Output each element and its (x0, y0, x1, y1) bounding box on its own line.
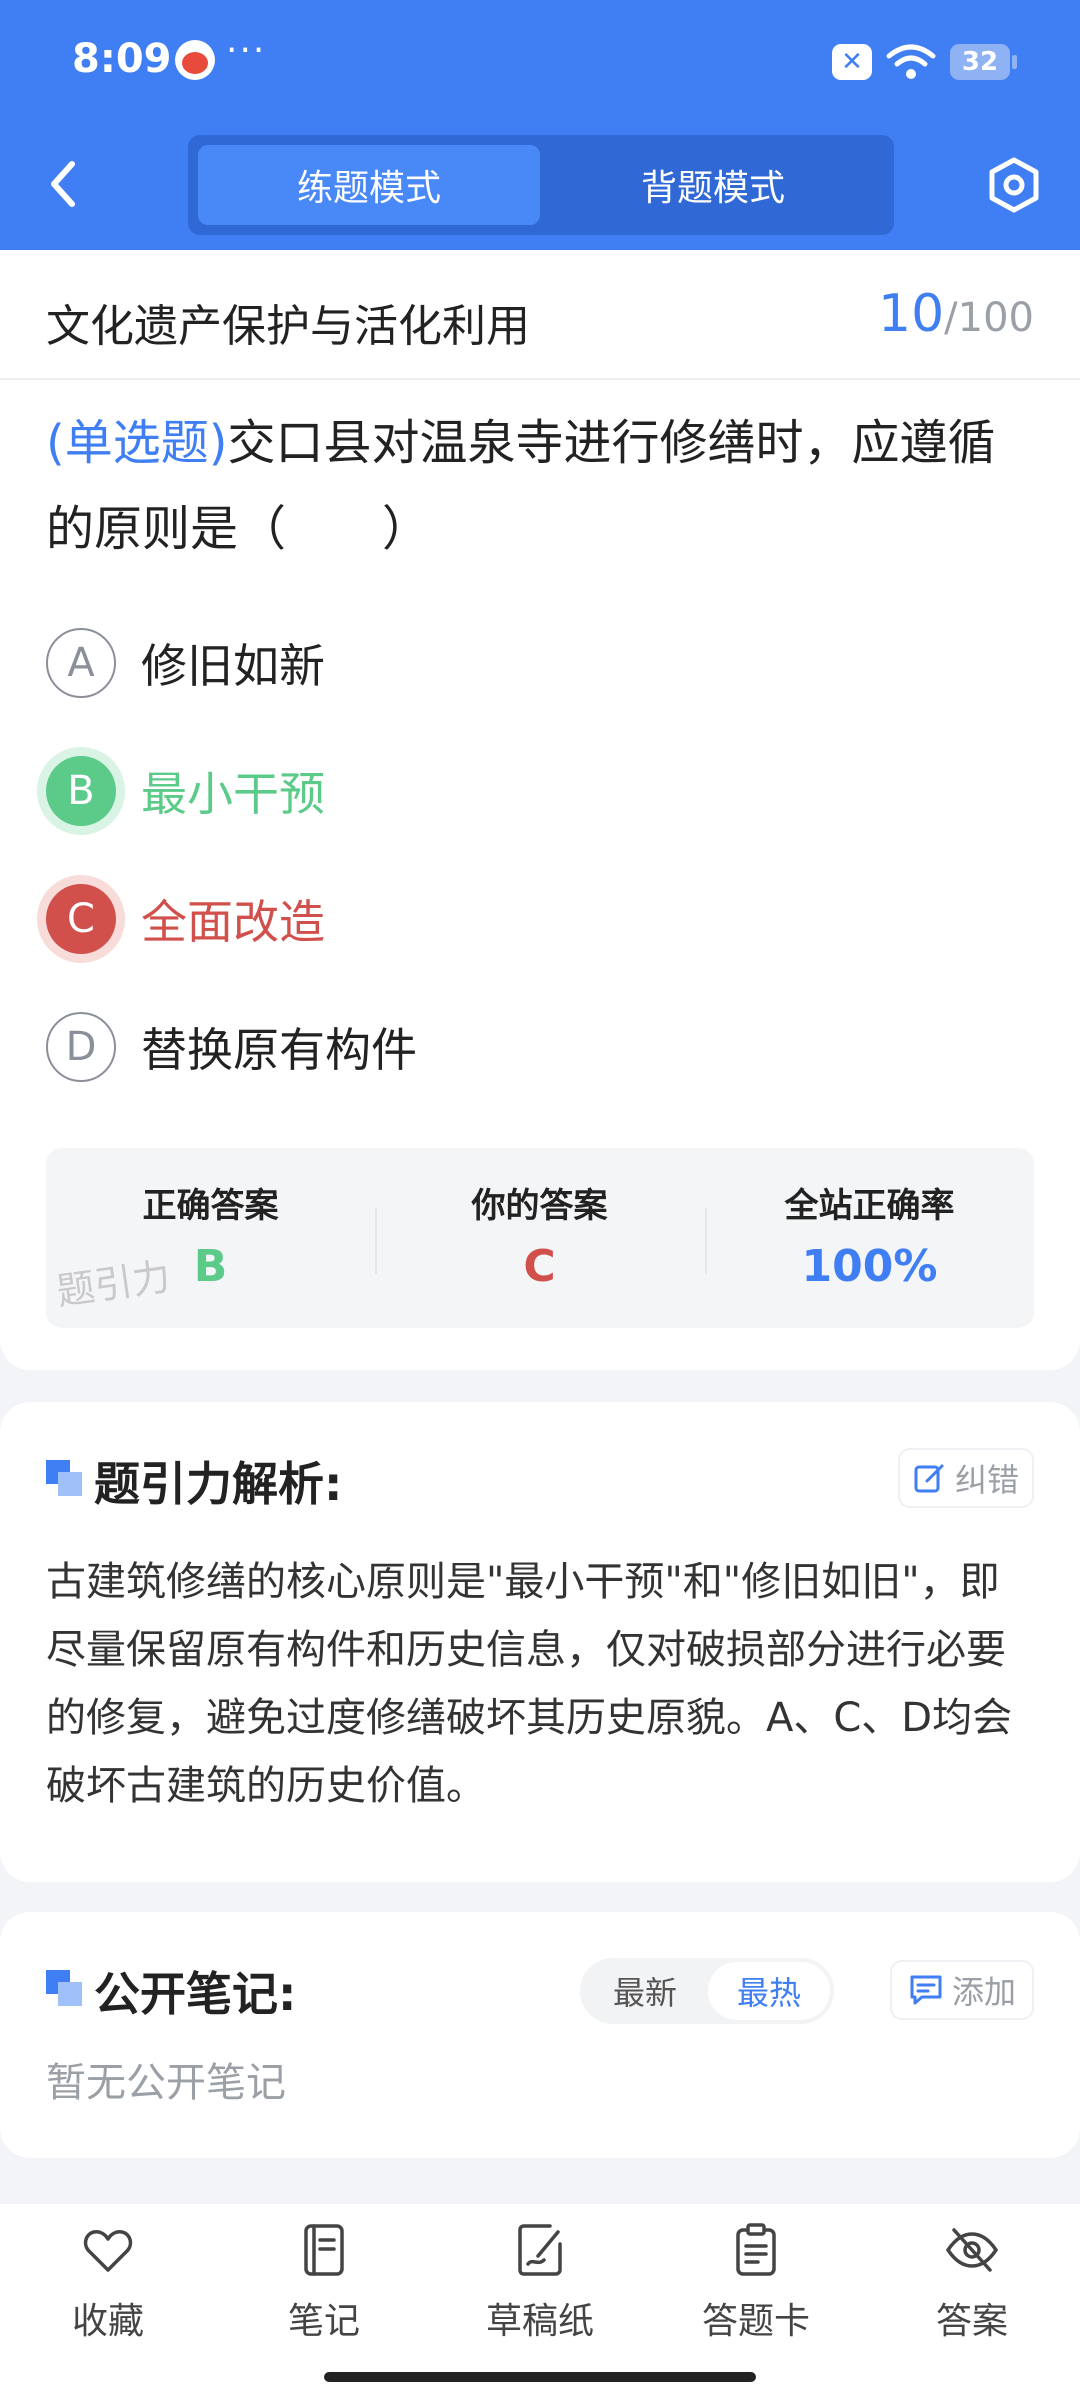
section-icon (46, 1970, 82, 2006)
option-c-text: 全面改造 (141, 895, 325, 949)
tab-notes[interactable]: 笔记 (244, 2222, 404, 2352)
notes-sort-toggle: 最新 最热 (580, 1958, 834, 2024)
current-question-number: 10 (878, 284, 945, 344)
status-icons: ✕ 32 (832, 40, 1017, 84)
option-c-letter: C (46, 884, 116, 954)
status-time: 8:09 (72, 36, 172, 82)
add-note-button[interactable]: 添加 (890, 1960, 1034, 2020)
tab-show-answer-label: 答案 (935, 2301, 1008, 2342)
back-icon[interactable] (36, 152, 92, 216)
analysis-text: 古建筑修缮的核心原则是"最小干预"和"修旧如旧"，即尽量保留原有构件和历史信息，… (46, 1559, 1013, 1809)
chapter-title: 文化遗产保护与活化利用 (46, 301, 530, 352)
option-d-letter: D (46, 1012, 116, 1082)
sort-hot[interactable]: 最热 (708, 1962, 830, 2020)
notes-title: 公开笔记: (94, 1967, 297, 2021)
answer-sheet-icon (736, 2223, 776, 2276)
tab-draft-paper-label: 草稿纸 (485, 2301, 594, 2342)
add-note-label: 添加 (951, 1973, 1016, 2011)
option-b-letter: B (46, 756, 116, 826)
tab-memorize-mode[interactable]: 背题模式 (542, 145, 884, 225)
your-answer-value: C (523, 1241, 556, 1292)
accuracy-label: 全站正确率 (784, 1186, 955, 1226)
question-type: (单选题) (46, 415, 228, 471)
battery-icon: 32 (950, 44, 1017, 80)
tab-favorite-label: 收藏 (71, 2301, 144, 2342)
accuracy-value: 100% (801, 1241, 938, 1292)
tab-show-answer[interactable]: 答案 (892, 2222, 1052, 2352)
draft-paper-icon (518, 2224, 562, 2276)
answer-summary: 正确答案 B 你的答案 C 全站正确率 100% 题引力 (46, 1148, 1034, 1328)
report-error-button[interactable]: 纠错 (898, 1448, 1034, 1508)
option-d[interactable]: D 替换原有构件 (46, 1002, 946, 1092)
option-d-text: 替换原有构件 (141, 1023, 417, 1077)
app-notification-icon (175, 40, 215, 80)
option-a[interactable]: A 修旧如新 (46, 618, 946, 708)
mode-switch: 练题模式 背题模式 (188, 135, 894, 235)
tab-favorite[interactable]: 收藏 (28, 2222, 188, 2352)
edit-icon (914, 1464, 944, 1493)
mute-icon: ✕ (832, 44, 872, 80)
notes-card (0, 1912, 1080, 2158)
notebook-icon (304, 2224, 344, 2276)
option-b[interactable]: B 最小干预 (46, 746, 946, 836)
total-questions: /100 (944, 295, 1034, 341)
settings-icon[interactable] (984, 155, 1044, 215)
accuracy-col: 全站正确率 100% (705, 1148, 1034, 1328)
comment-icon (910, 1975, 942, 2005)
tab-notes-label: 笔记 (287, 2301, 360, 2342)
tab-answer-sheet[interactable]: 答题卡 (676, 2222, 836, 2352)
option-a-text: 修旧如新 (141, 639, 325, 693)
header-divider (0, 378, 1080, 380)
home-indicator[interactable] (324, 2372, 756, 2382)
empty-notes-text: 暂无公开笔记 (46, 2060, 286, 2106)
tab-answer-sheet-label: 答题卡 (701, 2301, 810, 2342)
option-a-letter: A (46, 628, 116, 698)
wifi-icon (886, 44, 936, 79)
question-text: (单选题)交口县对温泉寺进行修缮时，应遵循的原则是（ ） (46, 400, 1036, 572)
analysis-title: 题引力解析: (94, 1457, 343, 1511)
correct-answer-label: 正确答案 (142, 1186, 279, 1226)
heart-icon (83, 2230, 133, 2272)
question-progress: 10/100 (878, 284, 1034, 344)
sort-latest[interactable]: 最新 (584, 1962, 706, 2020)
option-b-text: 最小干预 (141, 767, 325, 821)
option-c[interactable]: C 全面改造 (46, 874, 946, 964)
more-notifications-icon: ··· (226, 30, 267, 71)
eye-off-icon (945, 2228, 999, 2272)
battery-level: 32 (961, 47, 999, 77)
section-icon (46, 1460, 82, 1496)
report-error-label: 纠错 (954, 1461, 1019, 1499)
tab-draft-paper[interactable]: 草稿纸 (460, 2222, 620, 2352)
tab-practice-mode[interactable]: 练题模式 (198, 145, 540, 225)
your-answer-label: 你的答案 (471, 1186, 608, 1226)
your-answer-col: 你的答案 C (375, 1148, 704, 1328)
